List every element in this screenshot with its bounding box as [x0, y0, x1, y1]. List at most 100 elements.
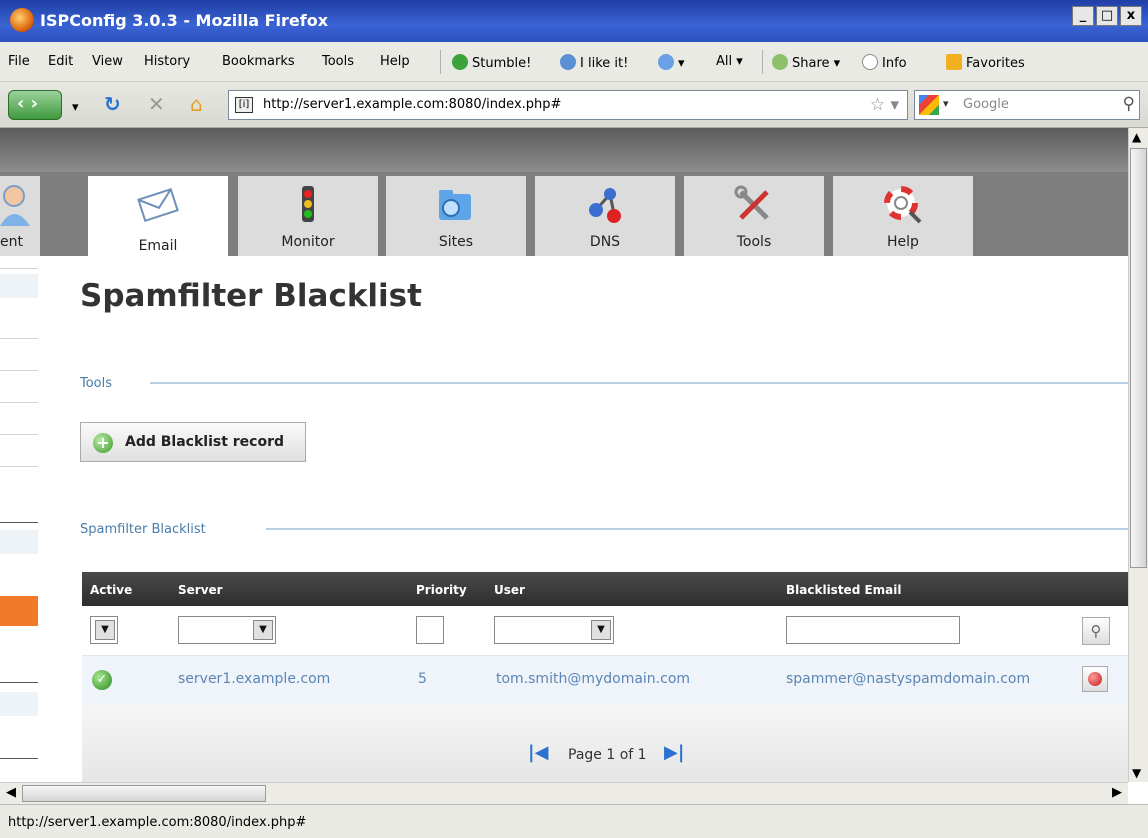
column-priority[interactable]: Priority [416, 583, 467, 597]
menu-edit[interactable]: Edit [48, 54, 73, 69]
status-bar: http://server1.example.com:8080/index.ph… [0, 804, 1148, 838]
window-controls: _ □ x [1072, 6, 1142, 26]
menu-bookmarks[interactable]: Bookmarks [222, 54, 295, 69]
menu-bar: File Edit View History Bookmarks Tools H… [0, 42, 1148, 82]
side-nav-item[interactable] [0, 530, 38, 554]
menu-tools[interactable]: Tools [322, 54, 354, 69]
favorites-button[interactable]: Favorites [946, 54, 1025, 71]
side-nav-item[interactable] [0, 692, 38, 716]
active-check-icon: ✓ [92, 670, 112, 690]
heart-icon [658, 54, 674, 70]
share-button[interactable]: Share ▾ [772, 54, 840, 71]
status-text: http://server1.example.com:8080/index.ph… [8, 815, 307, 830]
scroll-left-icon[interactable]: ◀ [6, 785, 16, 800]
search-box[interactable]: ▾ Google ⚲ [914, 90, 1140, 120]
window-titlebar: ISPConfig 3.0.3 - Mozilla Firefox _ □ x [0, 0, 1148, 42]
side-nav-item-active[interactable] [0, 596, 38, 626]
pagination: |◀ Page 1 of 1 ▶| [82, 704, 1128, 782]
close-button[interactable]: x [1120, 6, 1142, 26]
section-divider [150, 382, 1128, 384]
menu-separator [440, 50, 441, 74]
bookmark-star-icon[interactable]: ☆ ▾ [870, 95, 899, 115]
user-cell[interactable]: tom.smith@mydomain.com [496, 671, 690, 687]
module-tabs: ent Email Monitor Sites DNS Tools Help [0, 172, 1128, 260]
horizontal-scroll-thumb[interactable] [22, 785, 266, 802]
tab-tools[interactable]: Tools [684, 176, 824, 256]
scroll-right-icon[interactable]: ▶ [1112, 785, 1122, 800]
column-active[interactable]: Active [90, 583, 132, 597]
stumble-button[interactable]: Stumble! [452, 54, 531, 71]
thumbs-up-icon [560, 54, 576, 70]
stop-icon[interactable]: ✕ [148, 94, 165, 114]
section-divider [266, 528, 1128, 530]
list-section-heading: Spamfilter Blacklist [80, 522, 206, 537]
search-placeholder: Google [963, 97, 1009, 112]
firefox-logo-icon [10, 8, 34, 32]
side-nav-item[interactable] [0, 274, 38, 298]
site-favicon-icon: [i] [235, 97, 253, 113]
column-blacklisted-email[interactable]: Blacklisted Email [786, 583, 902, 597]
menu-view[interactable]: View [92, 54, 123, 69]
vertical-scroll-thumb[interactable] [1130, 148, 1147, 568]
filter-icon[interactable]: ⚲ [1082, 617, 1110, 645]
column-user[interactable]: User [494, 583, 525, 597]
history-dropdown-icon[interactable]: ▾ [72, 98, 79, 118]
side-divider [0, 268, 38, 269]
tab-email[interactable]: Email [88, 176, 228, 260]
star-icon [946, 54, 962, 70]
side-divider [0, 758, 38, 759]
user-filter-select[interactable]: ▼ [494, 616, 614, 644]
minimize-button[interactable]: _ [1072, 6, 1094, 26]
share-icon [772, 54, 788, 70]
folder-globe-icon [439, 190, 471, 220]
page-title: Spamfilter Blacklist [80, 278, 422, 314]
info-button[interactable]: Info [862, 54, 907, 71]
delete-icon[interactable] [1082, 666, 1108, 692]
vertical-scrollbar[interactable]: ▲ ▼ [1128, 128, 1148, 782]
address-bar[interactable]: [i] http://server1.example.com:8080/inde… [228, 90, 908, 120]
side-divider [0, 522, 38, 523]
tab-help[interactable]: Help [833, 176, 973, 256]
chevron-down-icon: ▼ [95, 620, 115, 640]
scroll-down-icon[interactable]: ▼ [1132, 766, 1141, 780]
priority-cell[interactable]: 5 [418, 671, 427, 687]
search-icon[interactable]: ⚲ [1123, 94, 1135, 114]
search-engine-dropdown-icon[interactable]: ▾ [943, 97, 949, 110]
email-cell[interactable]: spammer@nastyspamdomain.com [786, 671, 1030, 687]
menu-file[interactable]: File [8, 54, 30, 69]
last-page-icon[interactable]: ▶| [664, 742, 684, 763]
menu-help[interactable]: Help [380, 54, 410, 69]
horizontal-scrollbar[interactable]: ◀ ▶ [0, 782, 1128, 804]
speech-bubble-icon [862, 54, 878, 70]
server-filter-select[interactable]: ▼ [178, 616, 276, 644]
ilike-button[interactable]: I like it! [560, 54, 628, 71]
side-divider [0, 338, 38, 339]
home-icon[interactable]: ⌂ [190, 94, 203, 114]
table-row[interactable]: ✓ server1.example.com 5 tom.smith@mydoma… [82, 656, 1128, 704]
menu-history[interactable]: History [144, 54, 190, 69]
tab-dns[interactable]: DNS [535, 176, 675, 256]
tab-monitor[interactable]: Monitor [238, 176, 378, 256]
maximize-button[interactable]: □ [1096, 6, 1118, 26]
back-button[interactable]: ‹ › [8, 90, 62, 120]
email-filter-input[interactable] [786, 616, 960, 644]
side-divider [0, 682, 38, 683]
window-title: ISPConfig 3.0.3 - Mozilla Firefox [40, 11, 329, 30]
column-server[interactable]: Server [178, 583, 223, 597]
header-band [0, 128, 1128, 172]
priority-filter-input[interactable] [416, 616, 444, 644]
side-divider [0, 370, 38, 371]
server-cell[interactable]: server1.example.com [178, 671, 330, 687]
tools-icon [734, 185, 769, 220]
scroll-up-icon[interactable]: ▲ [1132, 130, 1141, 144]
tab-client[interactable]: ent [0, 176, 40, 256]
first-page-icon[interactable]: |◀ [528, 742, 548, 763]
stumble-icon [452, 54, 468, 70]
add-blacklist-record-button[interactable]: + Add Blacklist record [80, 422, 306, 462]
plus-icon: + [93, 433, 113, 453]
tab-sites[interactable]: Sites [386, 176, 526, 256]
active-filter-select[interactable]: ▼ [90, 616, 118, 644]
reload-icon[interactable]: ↻ [104, 94, 121, 114]
heart-dropdown[interactable]: ▾ [658, 54, 685, 71]
all-dropdown[interactable]: All ▾ [716, 54, 743, 69]
